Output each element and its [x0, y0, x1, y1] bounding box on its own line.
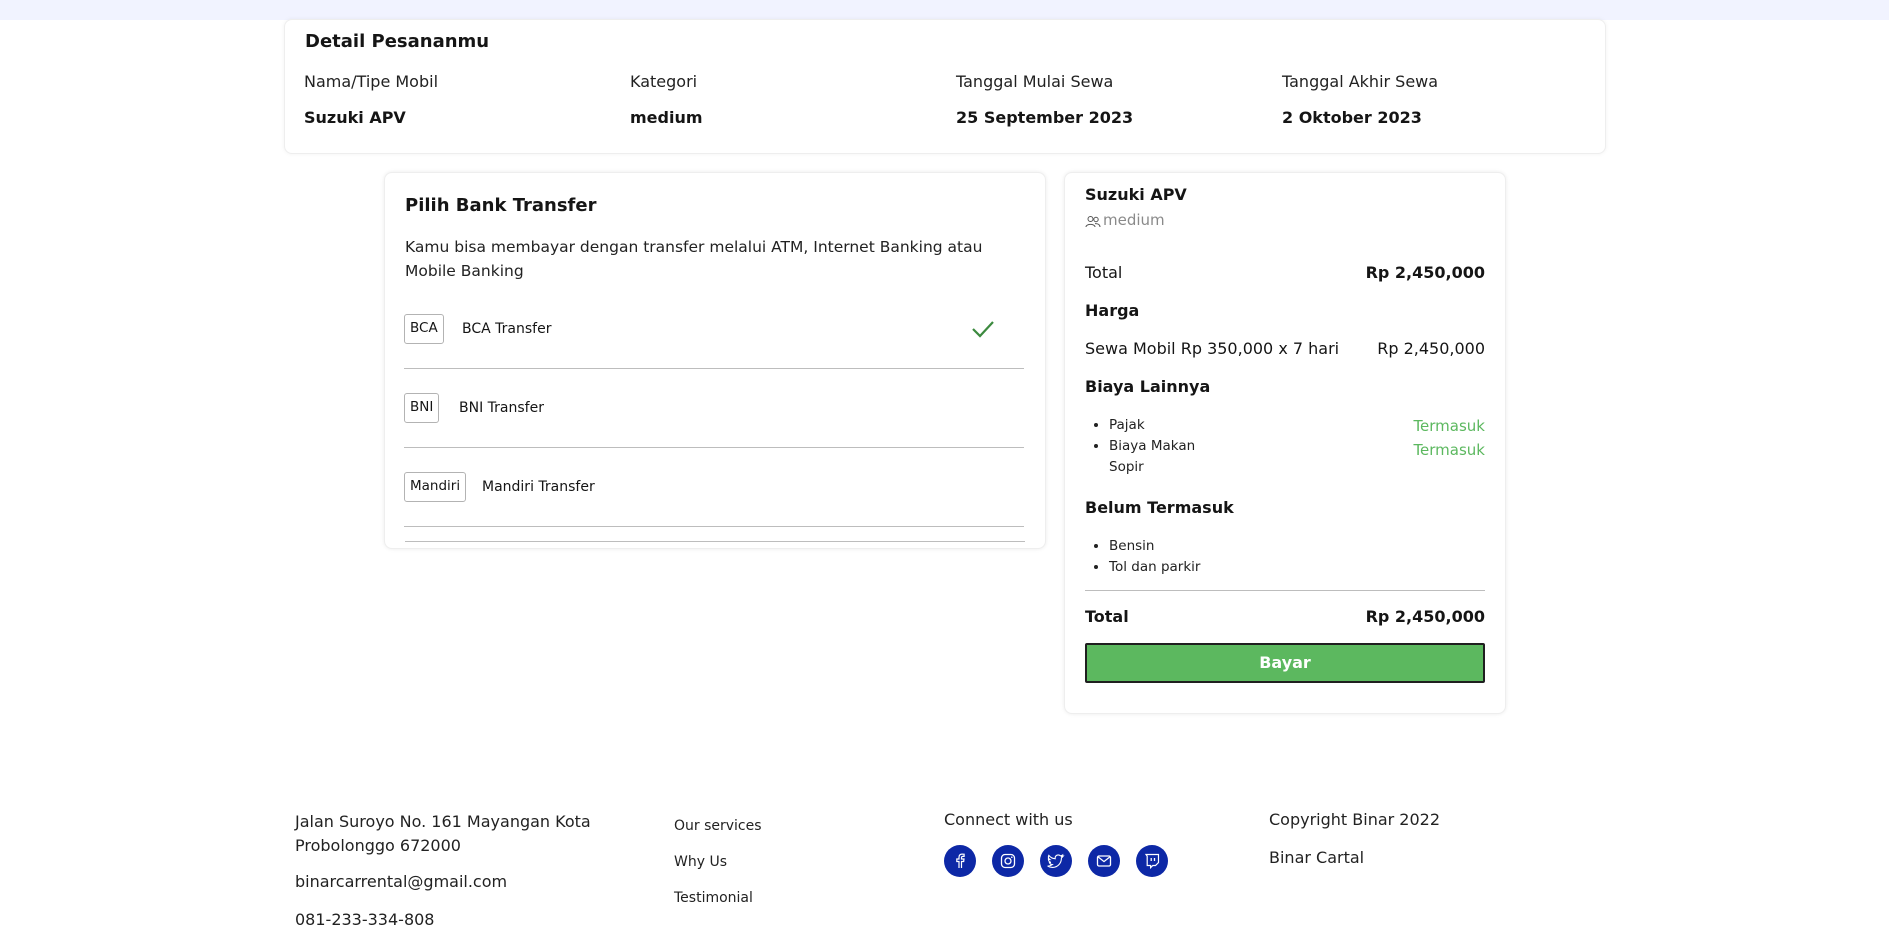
grand-total-value: Rp 2,450,000 [1365, 607, 1485, 626]
detail-label: Tanggal Mulai Sewa [956, 72, 1114, 91]
price-section-title: Harga [1085, 301, 1140, 320]
detail-value: Suzuki APV [304, 108, 406, 127]
list-item: Pajak [1109, 415, 1229, 436]
included-status: Termasuk [1413, 441, 1485, 459]
summary-total-row: Total Rp 2,450,000 [1085, 263, 1485, 282]
top-band [0, 0, 1889, 20]
summary-total-value: Rp 2,450,000 [1365, 263, 1485, 282]
other-costs-status: Termasuk Termasuk [1413, 414, 1485, 462]
grand-total-label: Total [1085, 607, 1129, 626]
bank-option-label: Mandiri Transfer [482, 479, 595, 495]
footer-address: Jalan Suroyo No. 161 Mayangan Kota Probo… [295, 812, 591, 855]
footer-brand: Binar Cartal [1269, 848, 1365, 867]
detail-label: Tanggal Akhir Sewa [1282, 72, 1439, 91]
facebook-icon[interactable] [944, 845, 976, 877]
summary-total-label: Total [1085, 263, 1123, 282]
footer-link-services[interactable]: Our services [674, 818, 762, 854]
bank-option-mandiri[interactable]: Mandiri Mandiri Transfer [404, 448, 1024, 527]
included-status: Termasuk [1413, 417, 1485, 435]
detail-value: medium [630, 108, 703, 127]
order-detail-title: Detail Pesananmu [305, 31, 490, 52]
payment-summary-card: Suzuki APV medium Total Rp 2,450,000 Har… [1064, 172, 1506, 714]
excluded-costs-title: Belum Termasuk [1085, 498, 1234, 517]
mail-icon[interactable] [1088, 845, 1120, 877]
check-icon [972, 321, 994, 338]
bank-code-badge: BNI [404, 393, 440, 423]
bank-code-badge: BCA [404, 314, 444, 344]
other-costs-list: Pajak Biaya Makan Sopir [1109, 415, 1229, 478]
users-icon [1085, 216, 1101, 228]
pay-button[interactable]: Bayar [1085, 643, 1485, 683]
detail-value: 25 September 2023 [956, 108, 1134, 127]
rent-price-row: Sewa Mobil Rp 350,000 x 7 hari Rp 2,450,… [1085, 339, 1485, 358]
grand-total-row: Total Rp 2,450,000 [1085, 607, 1485, 626]
bank-code-badge: Mandiri [404, 472, 467, 502]
summary-car-name: Suzuki APV [1085, 185, 1187, 204]
footer-email: binarcarrental@gmail.com [295, 872, 508, 891]
footer-links: Our services Why Us Testimonial [674, 818, 762, 926]
rent-price-value: Rp 2,450,000 [1377, 339, 1485, 358]
excluded-costs-list: Bensin Tol dan parkir [1109, 536, 1229, 578]
order-detail-card: Detail Pesananmu Nama/Tipe Mobil Suzuki … [284, 19, 1606, 154]
list-item: Biaya Makan Sopir [1109, 436, 1229, 478]
detail-start-date: Tanggal Mulai Sewa 25 September 2023 [956, 72, 1256, 127]
instagram-icon[interactable] [992, 845, 1024, 877]
summary-category-label: medium [1103, 211, 1165, 229]
footer-phone: 081-233-334-808 [295, 910, 435, 929]
bank-option-bca[interactable]: BCA BCA Transfer [404, 290, 1024, 369]
detail-car-type: Nama/Tipe Mobil Suzuki APV [304, 72, 604, 127]
bank-option-bni[interactable]: BNI BNI Transfer [404, 369, 1024, 448]
detail-value: 2 Oktober 2023 [1282, 108, 1422, 127]
list-item: Bensin [1109, 536, 1229, 557]
social-icons [944, 845, 1168, 877]
list-item: Tol dan parkir [1109, 557, 1229, 578]
detail-label: Kategori [630, 72, 698, 91]
detail-end-date: Tanggal Akhir Sewa 2 Oktober 2023 [1282, 72, 1582, 127]
other-costs-title: Biaya Lainnya [1085, 377, 1211, 396]
rent-price-label: Sewa Mobil Rp 350,000 x 7 hari [1085, 339, 1340, 358]
summary-category: medium [1085, 211, 1165, 229]
twitch-icon[interactable] [1136, 845, 1168, 877]
detail-label: Nama/Tipe Mobil [304, 72, 439, 91]
connect-title: Connect with us [944, 810, 1073, 829]
bank-option-label: BNI Transfer [459, 400, 544, 416]
summary-divider [1085, 590, 1485, 591]
footer-link-why-us[interactable]: Why Us [674, 854, 762, 890]
detail-category: Kategori medium [630, 72, 930, 127]
footer-copyright: Copyright Binar 2022 [1269, 810, 1441, 829]
twitter-icon[interactable] [1040, 845, 1072, 877]
bank-options-list: BCA BCA Transfer BNI BNI Transfer Mandir… [384, 172, 1046, 549]
footer: Jalan Suroyo No. 161 Mayangan Kota Probo… [0, 800, 1889, 929]
bank-option-label: BCA Transfer [462, 321, 552, 337]
footer-link-testimonial[interactable]: Testimonial [674, 890, 762, 926]
